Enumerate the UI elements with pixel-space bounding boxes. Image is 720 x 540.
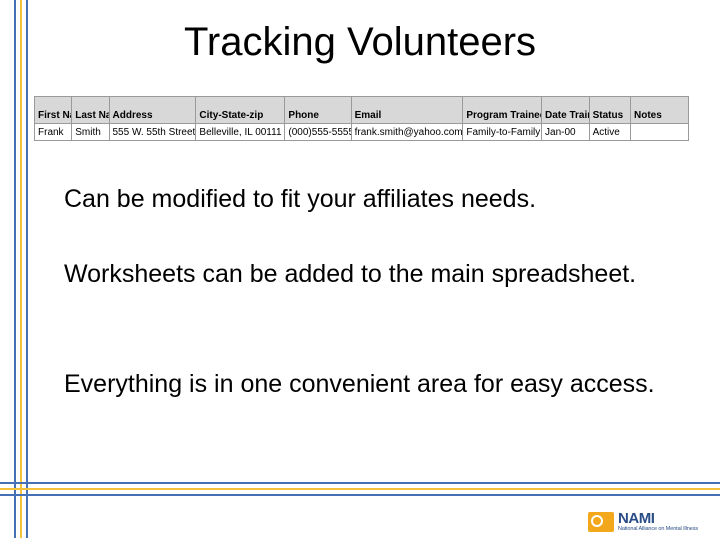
cell-last-name: Smith — [72, 124, 109, 141]
col-program: Program Trained In — [463, 97, 542, 124]
col-last-name: Last Name — [72, 97, 109, 124]
decorative-line — [0, 494, 720, 496]
paragraph-2: Worksheets can be added to the main spre… — [64, 260, 680, 290]
slide: Tracking Volunteers First Name Last Name… — [0, 0, 720, 540]
col-date-trained: Date Trained — [542, 97, 590, 124]
col-phone: Phone — [285, 97, 351, 124]
table-row: Frank Smith 555 W. 55th Street Bellevill… — [35, 124, 689, 141]
paragraph-1: Can be modified to fit your affiliates n… — [64, 185, 680, 215]
cell-status: Active — [589, 124, 630, 141]
col-city-state-zip: City-State-zip — [196, 97, 285, 124]
spreadsheet: First Name Last Name Address City-State-… — [34, 96, 689, 141]
decorative-line — [0, 482, 720, 484]
cell-email: frank.smith@yahoo.com — [351, 124, 463, 141]
decorative-line — [20, 0, 22, 538]
cell-date-trained: Jan-00 — [542, 124, 590, 141]
logo-tagline: National Alliance on Mental Illness — [618, 526, 698, 532]
paragraph-3: Everything is in one convenient area for… — [64, 370, 680, 400]
col-address: Address — [109, 97, 196, 124]
cell-first-name: Frank — [35, 124, 72, 141]
cell-city-state-zip: Belleville, IL 00111 — [196, 124, 285, 141]
decorative-line — [0, 488, 720, 490]
logo-text: NAMI National Alliance on Mental Illness — [618, 512, 698, 532]
decorative-line — [26, 0, 28, 538]
slide-title: Tracking Volunteers — [0, 20, 720, 65]
logo-name: NAMI — [618, 512, 698, 526]
table-header-row: First Name Last Name Address City-State-… — [35, 97, 689, 124]
cell-notes — [631, 124, 689, 141]
col-status: Status — [589, 97, 630, 124]
logo: NAMI National Alliance on Mental Illness — [588, 512, 698, 532]
col-notes: Notes — [631, 97, 689, 124]
cell-phone: (000)555-5555 — [285, 124, 351, 141]
cell-address: 555 W. 55th Street — [109, 124, 196, 141]
logo-icon — [588, 512, 614, 532]
col-email: Email — [351, 97, 463, 124]
col-first-name: First Name — [35, 97, 72, 124]
decorative-line — [14, 0, 16, 538]
cell-program: Family-to-Family — [463, 124, 542, 141]
